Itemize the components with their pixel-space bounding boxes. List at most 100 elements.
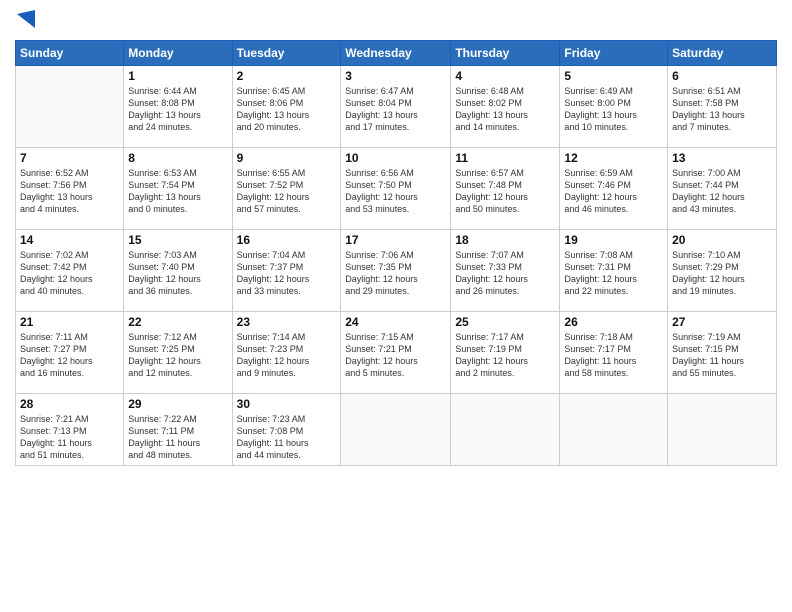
day-number: 24 <box>345 315 446 329</box>
cell-content: Sunrise: 7:03 AM Sunset: 7:40 PM Dayligh… <box>128 249 227 298</box>
day-number: 6 <box>672 69 772 83</box>
calendar-cell: 29 Sunrise: 7:22 AM Sunset: 7:11 PM Dayli… <box>124 394 232 466</box>
cell-content: Sunrise: 7:12 AM Sunset: 7:25 PM Dayligh… <box>128 331 227 380</box>
calendar-cell: 11 Sunrise: 6:57 AM Sunset: 7:48 PM Dayli… <box>451 148 560 230</box>
cell-content: Sunrise: 7:00 AM Sunset: 7:44 PM Dayligh… <box>672 167 772 216</box>
day-number: 1 <box>128 69 227 83</box>
day-number: 19 <box>564 233 663 247</box>
day-number: 23 <box>237 315 337 329</box>
calendar-cell <box>560 394 668 466</box>
cell-content: Sunrise: 7:14 AM Sunset: 7:23 PM Dayligh… <box>237 331 337 380</box>
calendar-week-row: 1Sunrise: 6:44 AM Sunset: 8:08 PM Daylig… <box>16 66 777 148</box>
cell-content: Sunrise: 6:45 AM Sunset: 8:06 PM Dayligh… <box>237 85 337 134</box>
calendar-cell: 26 Sunrise: 7:18 AM Sunset: 7:17 PM Dayli… <box>560 312 668 394</box>
calendar-cell: 10Sunrise: 6:56 AM Sunset: 7:50 PM Dayli… <box>341 148 451 230</box>
calendar-cell: 18Sunrise: 7:07 AM Sunset: 7:33 PM Dayli… <box>451 230 560 312</box>
day-number: 18 <box>455 233 555 247</box>
calendar-cell: 15 Sunrise: 7:03 AM Sunset: 7:40 PM Dayli… <box>124 230 232 312</box>
calendar-week-row: 28 Sunrise: 7:21 AM Sunset: 7:13 PM Dayli… <box>16 394 777 466</box>
calendar-cell: 28 Sunrise: 7:21 AM Sunset: 7:13 PM Dayli… <box>16 394 124 466</box>
cell-content: Sunrise: 7:18 AM Sunset: 7:17 PM Dayligh… <box>564 331 663 380</box>
calendar-cell <box>451 394 560 466</box>
calendar-cell: 1Sunrise: 6:44 AM Sunset: 8:08 PM Daylig… <box>124 66 232 148</box>
day-number: 7 <box>20 151 119 165</box>
day-number: 8 <box>128 151 227 165</box>
day-number: 17 <box>345 233 446 247</box>
calendar-cell: 13 Sunrise: 7:00 AM Sunset: 7:44 PM Dayli… <box>668 148 777 230</box>
cell-content: Sunrise: 6:55 AM Sunset: 7:52 PM Dayligh… <box>237 167 337 216</box>
cell-content: Sunrise: 7:22 AM Sunset: 7:11 PM Dayligh… <box>128 413 227 462</box>
day-number: 22 <box>128 315 227 329</box>
page: SundayMondayTuesdayWednesdayThursdayFrid… <box>0 0 792 612</box>
calendar-cell <box>341 394 451 466</box>
calendar-week-row: 21 Sunrise: 7:11 AM Sunset: 7:27 PM Dayli… <box>16 312 777 394</box>
calendar-cell: 8 Sunrise: 6:53 AM Sunset: 7:54 PM Daylig… <box>124 148 232 230</box>
calendar-cell: 19 Sunrise: 7:08 AM Sunset: 7:31 PM Dayli… <box>560 230 668 312</box>
day-number: 9 <box>237 151 337 165</box>
cell-content: Sunrise: 6:49 AM Sunset: 8:00 PM Dayligh… <box>564 85 663 134</box>
calendar-cell: 4 Sunrise: 6:48 AM Sunset: 8:02 PM Daylig… <box>451 66 560 148</box>
calendar-week-row: 7 Sunrise: 6:52 AM Sunset: 7:56 PM Daylig… <box>16 148 777 230</box>
cell-content: Sunrise: 7:17 AM Sunset: 7:19 PM Dayligh… <box>455 331 555 380</box>
calendar-cell: 12 Sunrise: 6:59 AM Sunset: 7:46 PM Dayli… <box>560 148 668 230</box>
cell-content: Sunrise: 7:19 AM Sunset: 7:15 PM Dayligh… <box>672 331 772 380</box>
col-header-saturday: Saturday <box>668 41 777 66</box>
col-header-monday: Monday <box>124 41 232 66</box>
cell-content: Sunrise: 7:21 AM Sunset: 7:13 PM Dayligh… <box>20 413 119 462</box>
calendar-cell: 9 Sunrise: 6:55 AM Sunset: 7:52 PM Daylig… <box>232 148 341 230</box>
calendar-cell: 5Sunrise: 6:49 AM Sunset: 8:00 PM Daylig… <box>560 66 668 148</box>
calendar-cell: 24 Sunrise: 7:15 AM Sunset: 7:21 PM Dayli… <box>341 312 451 394</box>
calendar-cell: 25 Sunrise: 7:17 AM Sunset: 7:19 PM Dayli… <box>451 312 560 394</box>
day-number: 11 <box>455 151 555 165</box>
cell-content: Sunrise: 6:51 AM Sunset: 7:58 PM Dayligh… <box>672 85 772 134</box>
cell-content: Sunrise: 6:48 AM Sunset: 8:02 PM Dayligh… <box>455 85 555 134</box>
day-number: 4 <box>455 69 555 83</box>
day-number: 29 <box>128 397 227 411</box>
day-number: 16 <box>237 233 337 247</box>
col-header-wednesday: Wednesday <box>341 41 451 66</box>
calendar-cell: 14 Sunrise: 7:02 AM Sunset: 7:42 PM Dayli… <box>16 230 124 312</box>
col-header-friday: Friday <box>560 41 668 66</box>
day-number: 21 <box>20 315 119 329</box>
day-number: 2 <box>237 69 337 83</box>
cell-content: Sunrise: 6:53 AM Sunset: 7:54 PM Dayligh… <box>128 167 227 216</box>
calendar-cell <box>16 66 124 148</box>
calendar-cell: 21 Sunrise: 7:11 AM Sunset: 7:27 PM Dayli… <box>16 312 124 394</box>
calendar-cell <box>668 394 777 466</box>
cell-content: Sunrise: 7:10 AM Sunset: 7:29 PM Dayligh… <box>672 249 772 298</box>
calendar-cell: 7 Sunrise: 6:52 AM Sunset: 7:56 PM Daylig… <box>16 148 124 230</box>
calendar-cell: 2 Sunrise: 6:45 AM Sunset: 8:06 PM Daylig… <box>232 66 341 148</box>
day-number: 14 <box>20 233 119 247</box>
day-number: 28 <box>20 397 119 411</box>
cell-content: Sunrise: 7:15 AM Sunset: 7:21 PM Dayligh… <box>345 331 446 380</box>
cell-content: Sunrise: 7:04 AM Sunset: 7:37 PM Dayligh… <box>237 249 337 298</box>
calendar-table: SundayMondayTuesdayWednesdayThursdayFrid… <box>15 40 777 466</box>
day-number: 25 <box>455 315 555 329</box>
calendar-cell: 27Sunrise: 7:19 AM Sunset: 7:15 PM Dayli… <box>668 312 777 394</box>
calendar-cell: 22 Sunrise: 7:12 AM Sunset: 7:25 PM Dayli… <box>124 312 232 394</box>
cell-content: Sunrise: 6:52 AM Sunset: 7:56 PM Dayligh… <box>20 167 119 216</box>
day-number: 13 <box>672 151 772 165</box>
cell-content: Sunrise: 7:06 AM Sunset: 7:35 PM Dayligh… <box>345 249 446 298</box>
calendar-cell: 17 Sunrise: 7:06 AM Sunset: 7:35 PM Dayli… <box>341 230 451 312</box>
calendar-cell: 30Sunrise: 7:23 AM Sunset: 7:08 PM Dayli… <box>232 394 341 466</box>
day-number: 15 <box>128 233 227 247</box>
calendar-cell: 3Sunrise: 6:47 AM Sunset: 8:04 PM Daylig… <box>341 66 451 148</box>
day-number: 30 <box>237 397 337 411</box>
cell-content: Sunrise: 6:56 AM Sunset: 7:50 PM Dayligh… <box>345 167 446 216</box>
col-header-thursday: Thursday <box>451 41 560 66</box>
logo <box>15 10 35 32</box>
day-number: 12 <box>564 151 663 165</box>
cell-content: Sunrise: 7:08 AM Sunset: 7:31 PM Dayligh… <box>564 249 663 298</box>
cell-content: Sunrise: 6:57 AM Sunset: 7:48 PM Dayligh… <box>455 167 555 216</box>
day-number: 20 <box>672 233 772 247</box>
calendar-cell: 23 Sunrise: 7:14 AM Sunset: 7:23 PM Dayli… <box>232 312 341 394</box>
cell-content: Sunrise: 7:11 AM Sunset: 7:27 PM Dayligh… <box>20 331 119 380</box>
col-header-tuesday: Tuesday <box>232 41 341 66</box>
logo-triangle-icon <box>17 10 35 32</box>
cell-content: Sunrise: 6:59 AM Sunset: 7:46 PM Dayligh… <box>564 167 663 216</box>
day-number: 26 <box>564 315 663 329</box>
header <box>15 10 777 32</box>
cell-content: Sunrise: 7:02 AM Sunset: 7:42 PM Dayligh… <box>20 249 119 298</box>
cell-content: Sunrise: 6:47 AM Sunset: 8:04 PM Dayligh… <box>345 85 446 134</box>
